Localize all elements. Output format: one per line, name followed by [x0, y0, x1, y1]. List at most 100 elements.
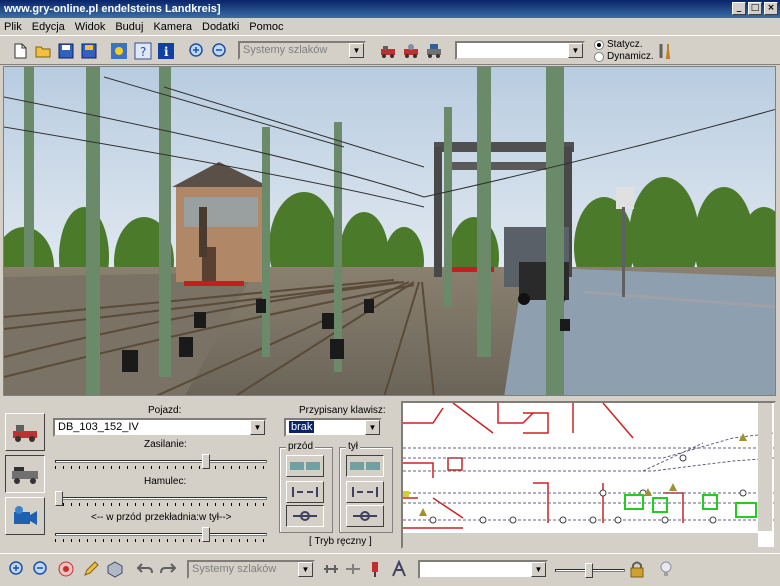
track-tool-button[interactable]: [320, 558, 342, 580]
bottom-select-combo[interactable]: ▼: [418, 560, 548, 579]
close-button[interactable]: ×: [764, 2, 778, 15]
systems-combo[interactable]: Systemy szlaków ▼: [238, 41, 366, 60]
main-toolbar: ? i Systemy szlaków ▼ ▼ Statycz. Dynamic…: [0, 35, 780, 65]
zoom-in-icon: [9, 561, 23, 575]
edit-button[interactable]: [80, 558, 102, 580]
wrench-screwdriver-icon: [659, 44, 671, 59]
zoom-in-bottom-button[interactable]: [6, 558, 28, 580]
target-icon: [58, 561, 74, 577]
sun-icon: [111, 43, 127, 59]
tools-button[interactable]: [654, 40, 676, 62]
bottom-systems-combo[interactable]: Systemy szlaków ▼: [187, 560, 315, 579]
front-coupler-button[interactable]: [286, 505, 324, 527]
chevron-down-icon[interactable]: ▼: [365, 420, 380, 435]
light-button[interactable]: [655, 558, 677, 580]
chevron-down-icon[interactable]: ▼: [250, 420, 265, 435]
train-settings-button[interactable]: [400, 40, 422, 62]
brake-slider-thumb[interactable]: [55, 491, 63, 506]
power-slider-thumb[interactable]: [202, 454, 210, 469]
vehicle-combo[interactable]: DB_103_152_IV ▼: [53, 418, 267, 437]
map-tracks: [403, 432, 774, 521]
signal-icon: [372, 562, 378, 577]
menu-plik[interactable]: Plik: [4, 21, 22, 33]
track-map[interactable]: [401, 401, 776, 549]
key-combo[interactable]: brak ▼: [284, 418, 382, 437]
map-vscroll[interactable]: [758, 403, 772, 531]
back-decouple-button[interactable]: [346, 481, 384, 503]
menu-kamera[interactable]: Kamera: [153, 21, 192, 33]
padlock-icon: [630, 561, 644, 578]
lock-button[interactable]: [626, 558, 648, 580]
train-select-combo[interactable]: ▼: [455, 41, 585, 60]
gear-label: przekładnia:: [145, 512, 199, 523]
chevron-down-icon[interactable]: ▼: [298, 562, 313, 577]
weather-button[interactable]: [108, 40, 130, 62]
new-file-icon: [14, 43, 27, 59]
radio-dynamic-dot[interactable]: [594, 51, 604, 62]
track-split-button[interactable]: [342, 558, 364, 580]
menu-dodatki[interactable]: Dodatki: [202, 21, 239, 33]
save-button[interactable]: [55, 40, 77, 62]
gear-slider-thumb[interactable]: [202, 527, 210, 542]
info-button[interactable]: i: [155, 40, 177, 62]
radio-static[interactable]: Statycz.: [594, 39, 643, 50]
camera-mode-button[interactable]: [5, 497, 45, 535]
menu-pomoc[interactable]: Pomoc: [249, 21, 283, 33]
zoom-out-icon: [212, 43, 226, 57]
menu-edycja[interactable]: Edycja: [32, 21, 65, 33]
power-slider-ticks: [55, 466, 267, 469]
wagon-mode-button[interactable]: [5, 455, 45, 493]
svg-text:?: ?: [140, 45, 146, 59]
open-button[interactable]: [32, 40, 54, 62]
title-bar[interactable]: www.gry-online.pl endelsteins Landkreis]…: [0, 0, 780, 18]
train-camera-icon: [427, 44, 441, 58]
vehicle-combo-value: DB_103_152_IV: [58, 421, 139, 433]
chevron-down-icon[interactable]: ▼: [568, 43, 583, 58]
3d-view[interactable]: [3, 66, 776, 396]
vehicle-control-panel: Pojazd: DB_103_152_IV ▼ Przypisany klawi…: [3, 399, 398, 550]
mode-label: [ Tryb ręczny ]: [309, 536, 372, 547]
key-label: Przypisany klawisz:: [299, 405, 386, 416]
front-decouple-button[interactable]: [286, 481, 324, 503]
chevron-down-icon[interactable]: ▼: [349, 43, 364, 58]
zoom-out-button[interactable]: [209, 40, 231, 62]
brake-slider[interactable]: [55, 491, 267, 506]
locomotive-mode-button[interactable]: [5, 413, 45, 451]
zoom-in-icon: [189, 43, 203, 57]
power-slider[interactable]: [55, 454, 267, 469]
back-label: tył: [346, 441, 360, 452]
back-coupler-button[interactable]: [346, 505, 384, 527]
undo-button[interactable]: [134, 558, 156, 580]
help-icon: ?: [134, 42, 152, 60]
save-as-button[interactable]: [78, 40, 100, 62]
gear-slider[interactable]: [55, 527, 267, 542]
menu-widok[interactable]: Widok: [75, 21, 106, 33]
minimize-button[interactable]: _: [732, 2, 746, 15]
menu-buduj[interactable]: Buduj: [115, 21, 143, 33]
new-file-button[interactable]: [9, 40, 31, 62]
bottom-slider-thumb[interactable]: [585, 563, 593, 578]
signal-tool-button[interactable]: [364, 558, 386, 580]
zoom-out-bottom-button[interactable]: [30, 558, 52, 580]
wagon-icon: [12, 467, 38, 484]
redo-button[interactable]: [157, 558, 179, 580]
front-coupling-button[interactable]: [286, 455, 324, 477]
map-hscroll[interactable]: [403, 533, 758, 547]
text-tool-button[interactable]: [388, 558, 410, 580]
pencil-icon: [84, 561, 99, 576]
train-camera-button[interactable]: [423, 40, 445, 62]
radio-dynamic[interactable]: Dynamicz.: [594, 51, 654, 62]
bottom-slider[interactable]: [555, 563, 625, 578]
radio-static-dot[interactable]: [594, 39, 604, 50]
zoom-in-button[interactable]: [186, 40, 208, 62]
target-button[interactable]: [55, 558, 77, 580]
back-coupling-button[interactable]: [346, 455, 384, 477]
help-button[interactable]: ?: [132, 40, 154, 62]
chevron-down-icon[interactable]: ▼: [531, 562, 546, 577]
object-button[interactable]: [104, 558, 126, 580]
save-icon: [58, 43, 74, 59]
gear-slider-track: [55, 533, 267, 536]
train-edit-button[interactable]: [377, 40, 399, 62]
zoom-out-icon: [33, 561, 47, 575]
maximize-button[interactable]: □: [748, 2, 762, 15]
